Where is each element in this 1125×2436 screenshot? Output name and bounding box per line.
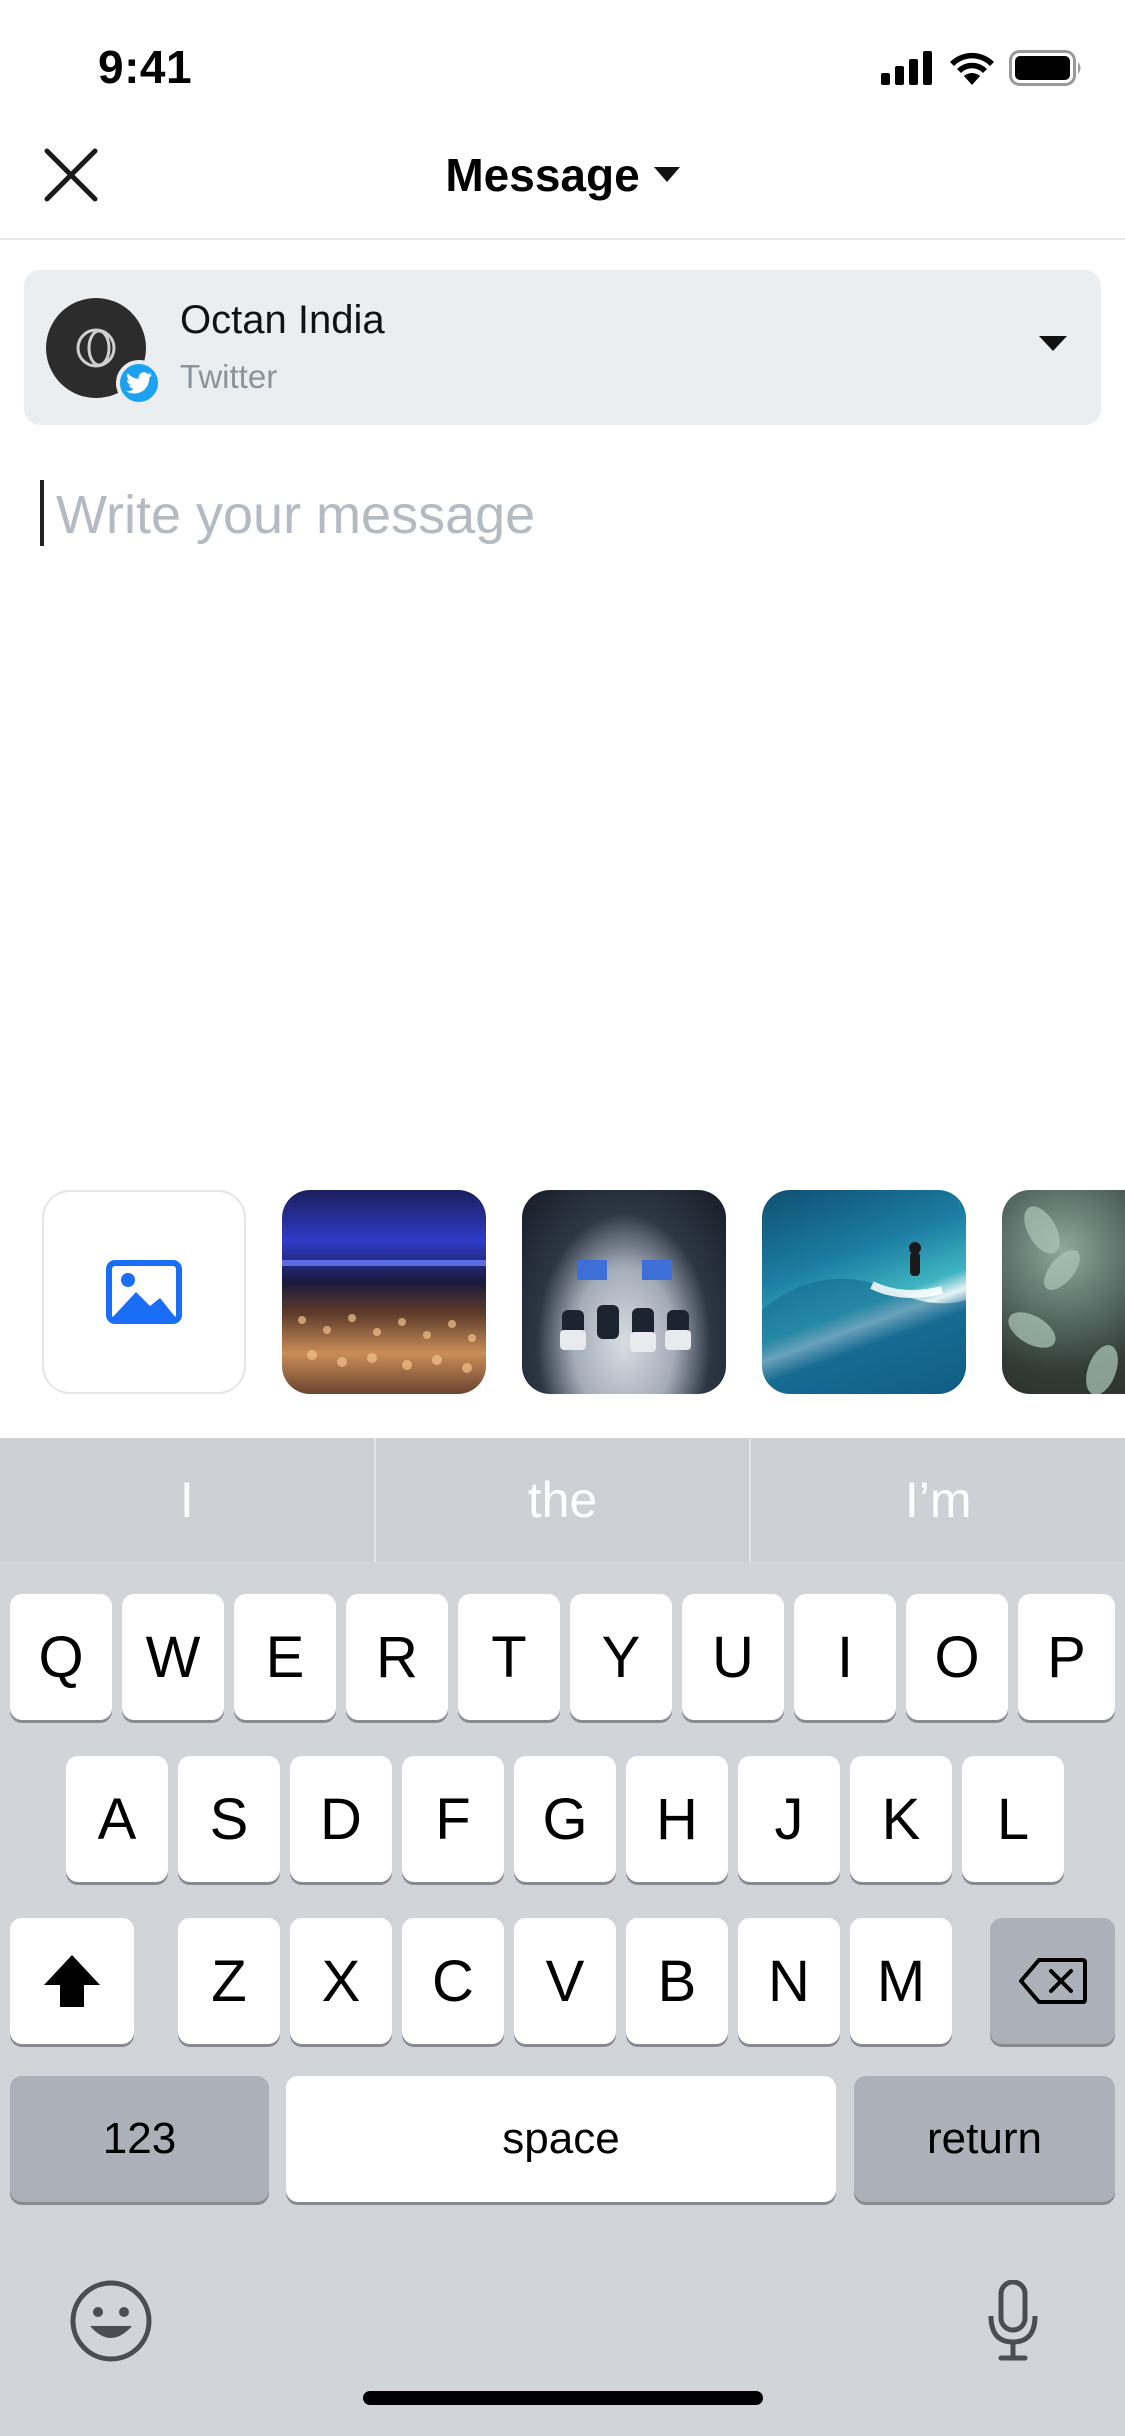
key-x[interactable]: X (290, 1918, 392, 2044)
panel-discussion-image (560, 1260, 691, 1352)
key-n[interactable]: N (738, 1918, 840, 2044)
key-y[interactable]: Y (570, 1594, 672, 1720)
key-z[interactable]: Z (178, 1918, 280, 2044)
account-network: Twitter (180, 358, 278, 395)
suggestion-item[interactable]: I (0, 1438, 374, 1562)
message-composer (38, 470, 1088, 1170)
suggestion-item[interactable]: the (373, 1438, 750, 1562)
key-o[interactable]: O (906, 1594, 1008, 1720)
backspace-key[interactable] (990, 1918, 1115, 2044)
predictive-text-bar: I the I’m (0, 1438, 1125, 1562)
backspace-icon (1018, 1958, 1087, 2004)
key-q[interactable]: Q (10, 1594, 112, 1720)
key-i[interactable]: I (794, 1594, 896, 1720)
key-j[interactable]: J (738, 1756, 840, 1882)
account-name: Octan India (180, 298, 385, 342)
status-time: 9:41 (98, 41, 193, 93)
account-selector[interactable]: Octan India Twitter (24, 270, 1101, 425)
media-strip (42, 1190, 1125, 1395)
numbers-key[interactable]: 123 (10, 2076, 269, 2202)
suggestion-item[interactable]: I’m (749, 1438, 1125, 1562)
twitter-badge (116, 360, 162, 406)
message-input[interactable] (56, 470, 1086, 560)
battery-icon (1009, 50, 1081, 86)
home-indicator (363, 2391, 763, 2405)
key-f[interactable]: F (402, 1756, 504, 1882)
page-title: Message (445, 149, 640, 201)
cellular-signal-icon (881, 51, 932, 85)
surfer-wave-image (762, 1242, 966, 1394)
caret-down-icon (1039, 336, 1067, 351)
media-thumbnail-surf[interactable] (762, 1190, 966, 1394)
key-c[interactable]: C (402, 1918, 504, 2044)
emoji-button[interactable] (66, 2276, 156, 2366)
media-thumbnail-plants[interactable] (1002, 1190, 1125, 1394)
key-d[interactable]: D (290, 1756, 392, 1882)
add-media-button[interactable] (42, 1190, 246, 1394)
return-key[interactable]: return (854, 2076, 1115, 2202)
status-icons (881, 50, 1083, 86)
key-r[interactable]: R (346, 1594, 448, 1720)
caret-down-icon (653, 167, 680, 182)
media-thumbnail-concert[interactable] (282, 1190, 486, 1394)
concert-crowd-image (282, 1260, 486, 1373)
key-u[interactable]: U (682, 1594, 784, 1720)
key-l[interactable]: L (962, 1756, 1064, 1882)
octan-logo-icon (76, 328, 116, 368)
key-h[interactable]: H (626, 1756, 728, 1882)
twitter-bird-icon (126, 372, 152, 394)
dictation-button[interactable] (970, 2276, 1056, 2366)
space-key[interactable]: space (286, 2076, 836, 2202)
key-m[interactable]: M (850, 1918, 952, 2044)
emoji-icon (70, 2280, 152, 2362)
key-g[interactable]: G (514, 1756, 616, 1882)
succulent-plants-image (1008, 1206, 1118, 1394)
key-b[interactable]: B (626, 1918, 728, 2044)
keyboard: I the I’m Q W E R T Y U I O P A S D F G … (0, 1438, 1125, 2436)
wifi-icon (950, 52, 994, 85)
status-bar: 9:41 (0, 0, 1125, 132)
key-t[interactable]: T (458, 1594, 560, 1720)
key-e[interactable]: E (234, 1594, 336, 1720)
image-icon (106, 1260, 182, 1324)
key-w[interactable]: W (122, 1594, 224, 1720)
key-k[interactable]: K (850, 1756, 952, 1882)
key-a[interactable]: A (66, 1756, 168, 1882)
key-p[interactable]: P (1018, 1594, 1115, 1720)
key-v[interactable]: V (514, 1918, 616, 2044)
microphone-icon (988, 2280, 1038, 2361)
shift-key[interactable] (10, 1918, 134, 2044)
message-type-dropdown[interactable]: Message (0, 142, 1125, 208)
media-thumbnail-panel[interactable] (522, 1190, 726, 1394)
text-cursor (40, 480, 44, 546)
shift-icon (44, 1955, 100, 2007)
key-s[interactable]: S (178, 1756, 280, 1882)
nav-bar: Message (0, 132, 1125, 240)
